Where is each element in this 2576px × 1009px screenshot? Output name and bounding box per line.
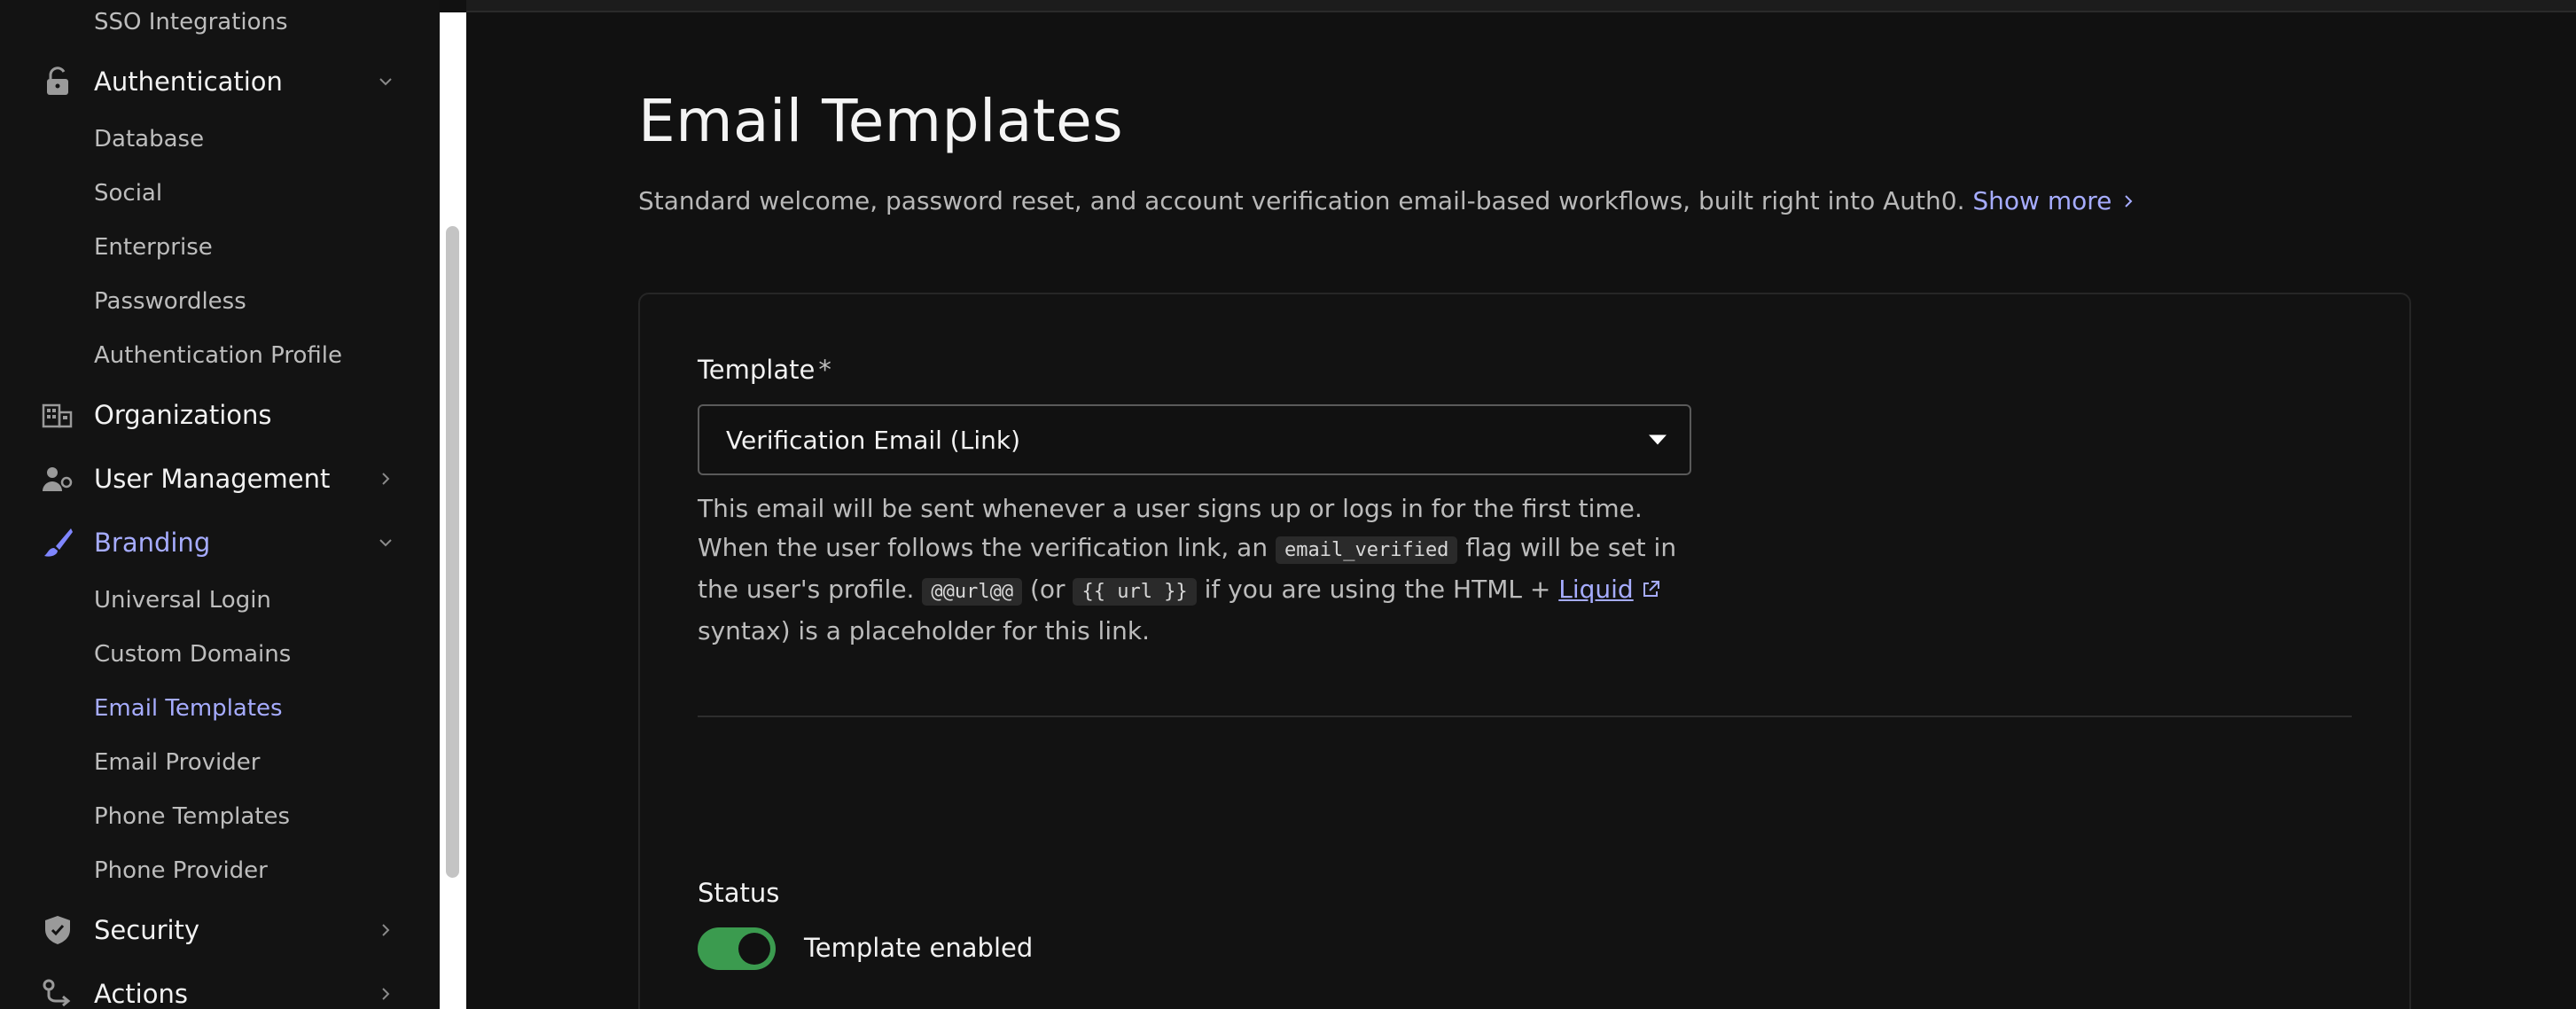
help-text-part: if you are using the HTML + xyxy=(1204,575,1551,604)
sidebar-item-actions[interactable]: Actions xyxy=(0,969,408,1009)
sidebar-item-email-provider[interactable]: Email Provider xyxy=(94,749,260,776)
section-divider xyxy=(698,716,2352,717)
external-link-icon xyxy=(1643,581,1659,597)
help-text-part: syntax) is a placeholder for this link. xyxy=(698,616,1150,645)
sidebar-item-label: Security xyxy=(94,915,200,945)
sidebar-item-passwordless[interactable]: Passwordless xyxy=(94,288,246,315)
sidebar-item-database[interactable]: Database xyxy=(94,126,204,153)
page-title: Email Templates xyxy=(638,87,1124,155)
sidebar-item-enterprise[interactable]: Enterprise xyxy=(94,234,213,261)
description-text: Standard welcome, password reset, and ac… xyxy=(638,186,1965,215)
sidebar-item-custom-domains[interactable]: Custom Domains xyxy=(94,641,291,668)
sidebar-item-email-templates[interactable]: Email Templates xyxy=(94,695,283,722)
show-more-link[interactable]: Show more xyxy=(1972,186,2138,215)
code-url-placeholder: @@url@@ xyxy=(922,578,1023,606)
sidebar-item-authentication[interactable]: Authentication xyxy=(0,57,408,106)
sidebar-item-security[interactable]: Security xyxy=(0,905,408,955)
template-select-value: Verification Email (Link) xyxy=(726,425,1020,455)
show-more-label: Show more xyxy=(1972,186,2112,215)
sidebar-item-phone-provider[interactable]: Phone Provider xyxy=(94,857,268,884)
liquid-link[interactable]: Liquid xyxy=(1558,575,1633,604)
sidebar-item-label: User Management xyxy=(94,464,331,494)
sidebar-scrollbar-thumb[interactable] xyxy=(446,226,459,878)
template-label-text: Template xyxy=(698,355,816,385)
sidebar-item-universal-login[interactable]: Universal Login xyxy=(94,587,271,614)
required-mark: * xyxy=(818,355,831,385)
sidebar-item-label: Organizations xyxy=(94,400,272,430)
sidebar-item-organizations[interactable]: Organizations xyxy=(0,390,408,440)
sidebar-item-label: Branding xyxy=(94,528,211,558)
toggle-label: Template enabled xyxy=(804,933,1034,963)
sidebar: SSO Integrations Authentication Database… xyxy=(0,0,440,1009)
sidebar-item-social[interactable]: Social xyxy=(94,180,162,207)
chevron-down-icon xyxy=(379,78,392,86)
code-liquid-url: {{ url }} xyxy=(1073,578,1197,606)
sidebar-item-authentication-profile[interactable]: Authentication Profile xyxy=(94,342,342,369)
building-icon xyxy=(41,398,74,432)
chevron-right-icon xyxy=(382,988,390,1000)
code-email-verified: email_verified xyxy=(1276,536,1458,564)
help-text-part: (or xyxy=(1029,575,1066,604)
template-select[interactable]: Verification Email (Link) xyxy=(698,404,1691,475)
template-help-text: This email will be sent whenever a user … xyxy=(698,489,1699,651)
toggle-knob xyxy=(738,933,770,965)
sidebar-item-branding[interactable]: Branding xyxy=(0,518,408,567)
user-gear-icon xyxy=(41,462,74,496)
sidebar-item-label: Authentication xyxy=(94,66,283,97)
template-settings-card xyxy=(638,293,2411,1009)
template-field-label: Template * xyxy=(698,355,831,385)
paintbrush-icon xyxy=(41,526,74,559)
lock-icon xyxy=(41,65,74,98)
actions-flow-icon xyxy=(41,977,74,1009)
page-description: Standard welcome, password reset, and ac… xyxy=(638,186,2138,215)
sidebar-item-user-management[interactable]: User Management xyxy=(0,454,408,504)
sidebar-item-sso-integrations[interactable]: SSO Integrations xyxy=(94,9,288,35)
chevron-right-icon xyxy=(382,473,390,485)
shield-icon xyxy=(41,913,74,947)
sidebar-item-label: Actions xyxy=(94,979,188,1009)
caret-down-icon xyxy=(1649,434,1667,445)
chevron-down-icon xyxy=(379,539,392,547)
status-label: Status xyxy=(698,878,780,908)
chevron-right-icon xyxy=(2125,195,2133,207)
top-bar-edge xyxy=(466,0,2576,12)
chevron-right-icon xyxy=(382,924,390,936)
sidebar-item-phone-templates[interactable]: Phone Templates xyxy=(94,803,290,830)
template-enabled-toggle[interactable] xyxy=(698,927,776,970)
